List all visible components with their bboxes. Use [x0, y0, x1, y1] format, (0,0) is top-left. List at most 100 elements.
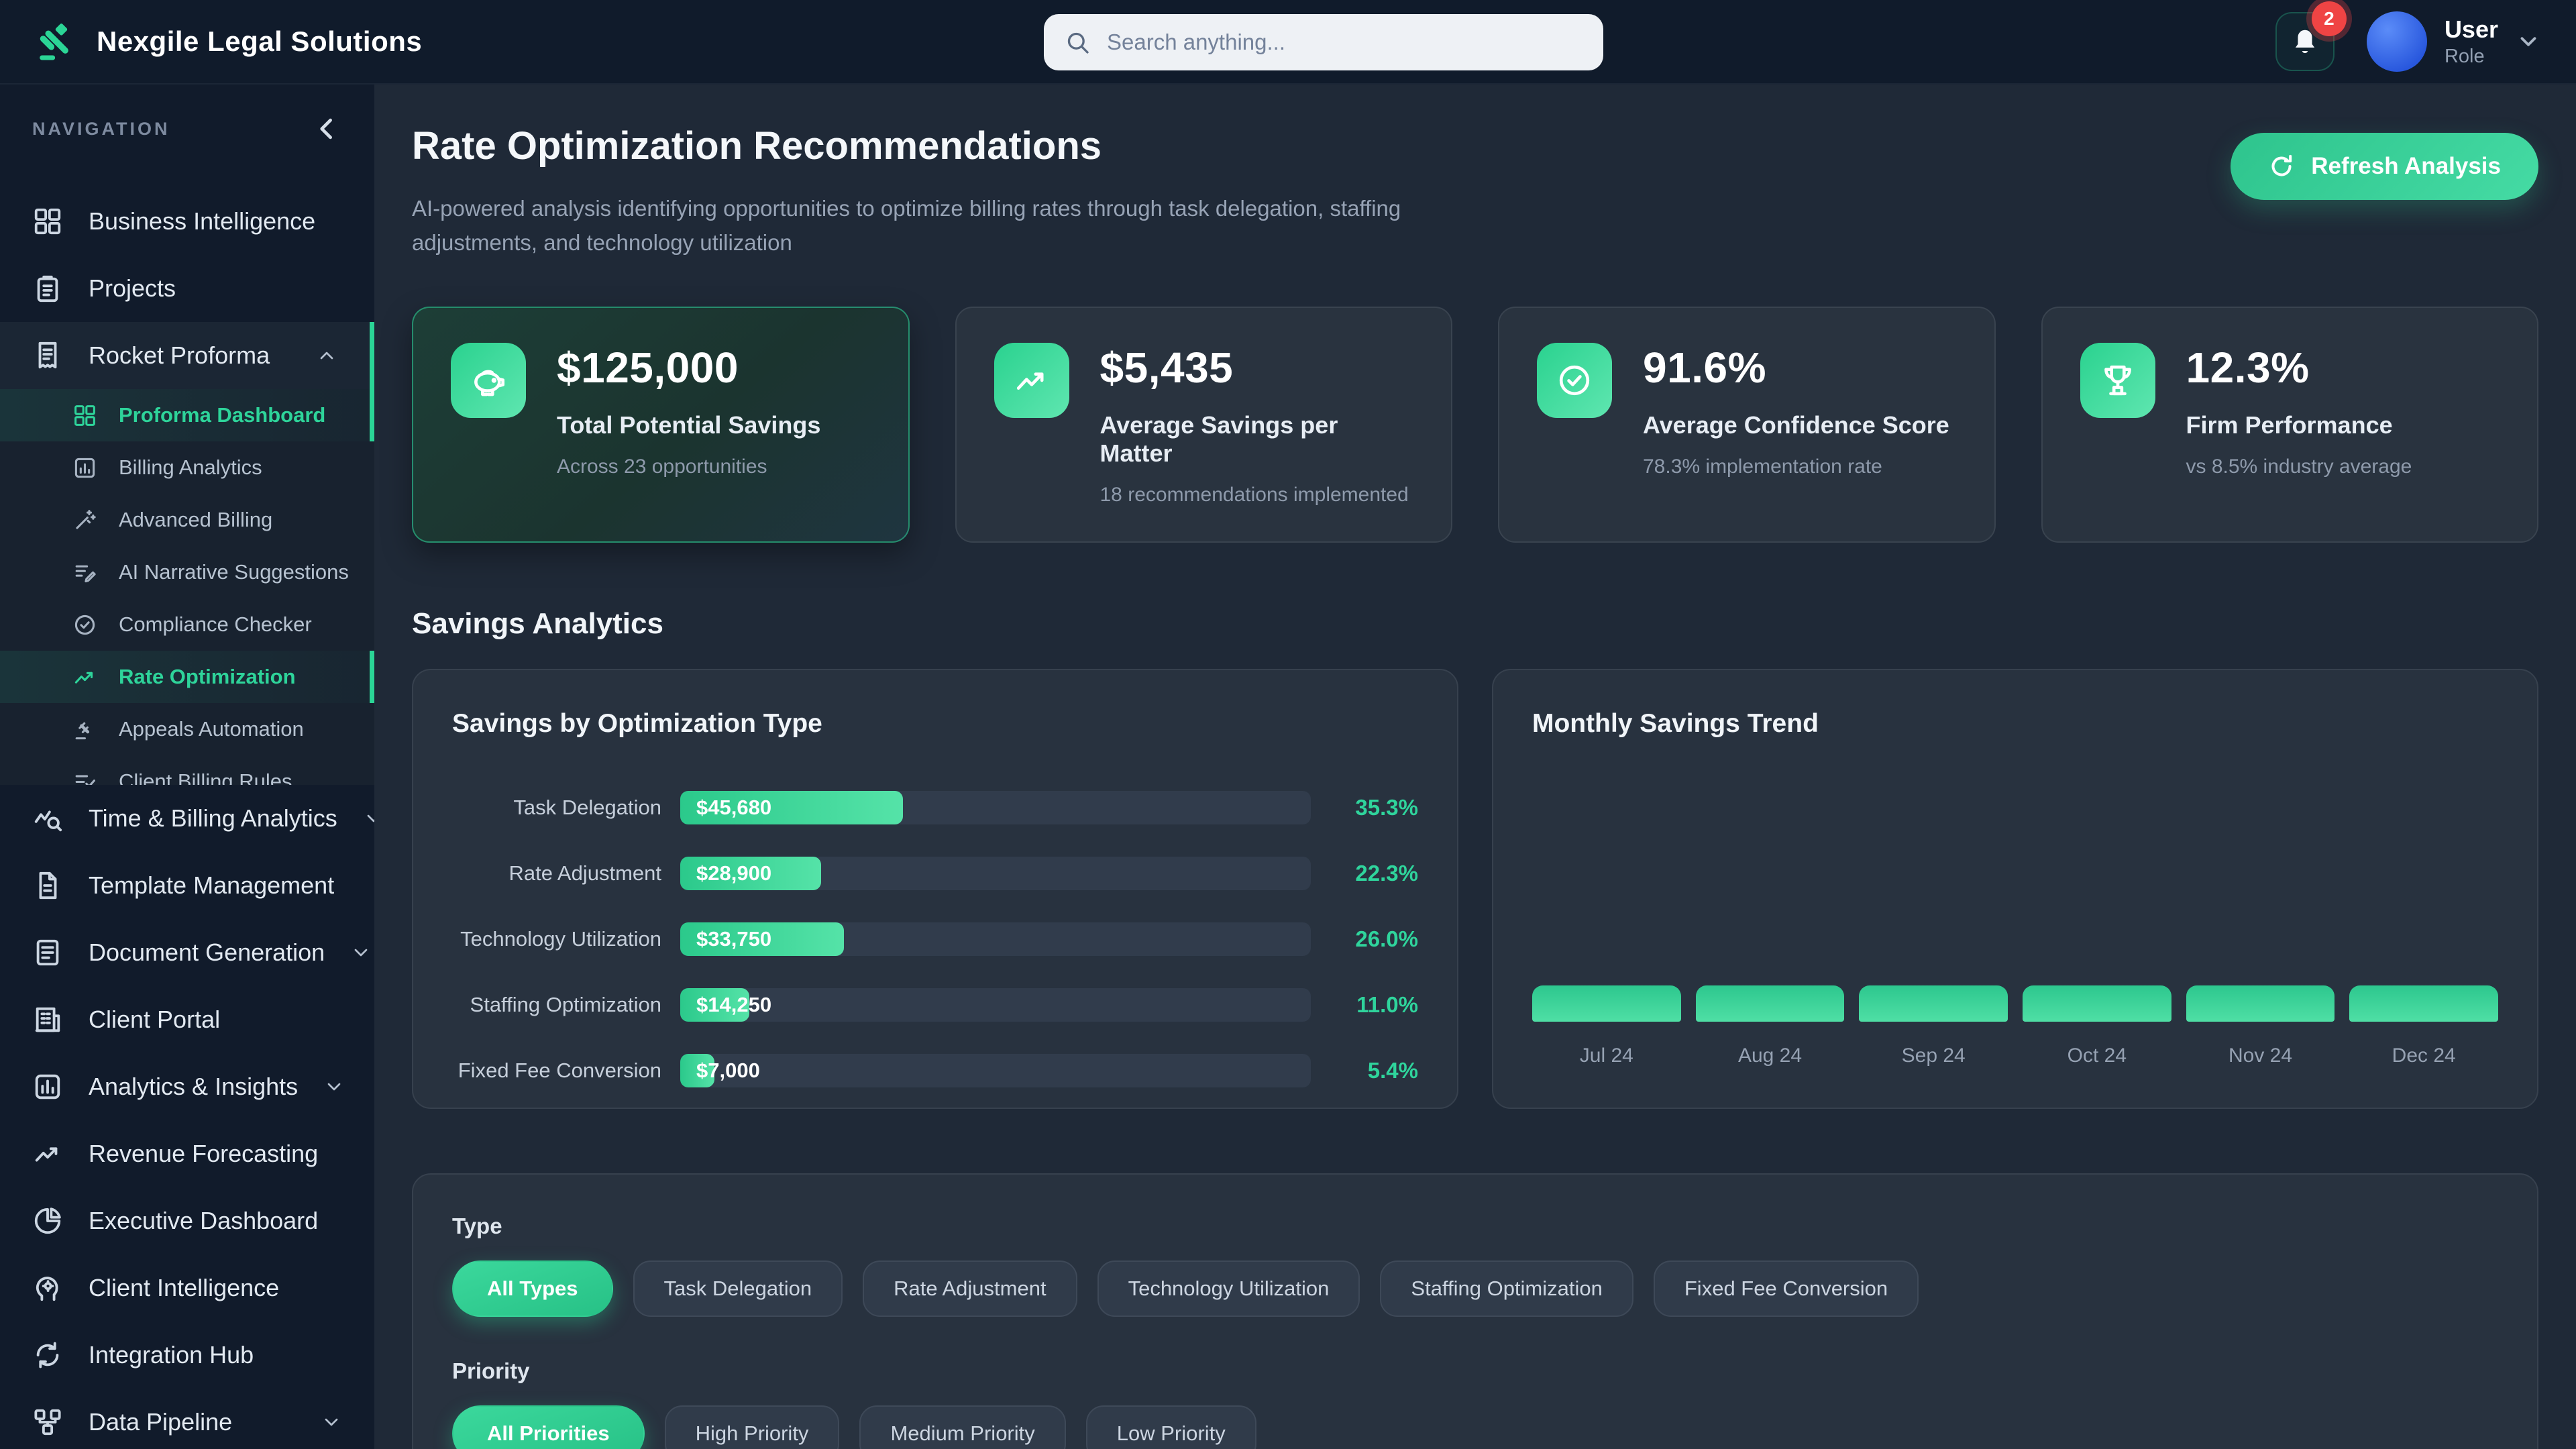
- filter-group-label: Priority: [452, 1358, 530, 1384]
- trend-month-label: Jul 24: [1579, 1044, 1633, 1067]
- sidebar-item-projects[interactable]: Projects: [0, 255, 374, 322]
- filter-chip-fixed-fee-conversion[interactable]: Fixed Fee Conversion: [1653, 1260, 1919, 1318]
- head-gear-icon: [36, 1277, 58, 1301]
- filter-chip-technology-utilization[interactable]: Technology Utilization: [1097, 1260, 1360, 1318]
- trend-col-sep-24: [1859, 985, 2008, 1022]
- chevron-down-icon: [327, 1083, 341, 1091]
- kpi-value: 12.3%: [2186, 343, 2310, 392]
- trend-col-dec-24: [2349, 985, 2499, 1022]
- sidebar-item-integration-hub[interactable]: Integration Hub: [0, 1322, 374, 1389]
- filter-chip-medium-priority[interactable]: Medium Priority: [859, 1405, 1066, 1449]
- sidebar-item-label: Projects: [89, 274, 176, 302]
- filter-chip-high-priority[interactable]: High Priority: [664, 1405, 840, 1449]
- sidebar-item-revenue-forecasting[interactable]: Revenue Forecasting: [0, 1120, 374, 1187]
- sidebar-item-client-portal[interactable]: Client Portal: [0, 986, 374, 1053]
- sidebar-subitem-label: Client Billing Rules: [119, 769, 292, 785]
- sidebar-item-client-intelligence[interactable]: Client Intelligence: [0, 1254, 374, 1322]
- sidebar-subitem-advanced-billing[interactable]: Advanced Billing: [0, 494, 374, 546]
- sidebar-subitem-appeals-automation[interactable]: Appeals Automation: [0, 703, 374, 755]
- nav-section-label: NAVIGATION: [32, 118, 170, 139]
- refresh-analysis-button[interactable]: Refresh Analysis: [2231, 133, 2538, 200]
- trend-col-oct-24: [2023, 985, 2171, 1022]
- kpi-row: $125,000 Total Potential Savings Across 23…: [412, 307, 2538, 543]
- bar-category-label: Staffing Optimization: [470, 993, 661, 1017]
- sidebar-item-template-management[interactable]: Template Management: [0, 852, 374, 919]
- kpi-value: $5,435: [1099, 343, 1234, 392]
- section-title: Savings Analytics: [412, 607, 663, 641]
- sidebar-collapse-button[interactable]: [313, 114, 342, 144]
- bar-category-label: Rate Adjustment: [508, 861, 661, 885]
- sidebar-subitem-label: Rate Optimization: [119, 665, 296, 688]
- avatar: [2366, 11, 2427, 72]
- filter-chip-low-priority[interactable]: Low Priority: [1085, 1405, 1256, 1449]
- brand: Nexgile Legal Solutions: [35, 20, 422, 63]
- kpi-label: Average Confidence Score: [1643, 411, 1949, 439]
- sidebar-item-business-intelligence[interactable]: Business Intelligence: [0, 188, 374, 255]
- grid-icon: [34, 208, 61, 235]
- nav-list: Business Intelligence Projects Rocket Prof…: [0, 188, 374, 1449]
- bar-row-fixed-fee-conversion: Fixed Fee Conversion $7,000 5.4%: [452, 1054, 1418, 1088]
- sidebar-subitem-label: Billing Analytics: [119, 455, 262, 479]
- gavel-icon: [75, 722, 90, 739]
- sidebar-subitem-billing-analytics[interactable]: Billing Analytics: [0, 441, 374, 494]
- sidebar-subitem-ai-narrative-suggestions[interactable]: AI Narrative Suggestions: [0, 546, 374, 598]
- trend-up-icon: [74, 672, 93, 684]
- filter-chip-task-delegation[interactable]: Task Delegation: [633, 1260, 843, 1318]
- kpi-sub: Across 23 opportunities: [557, 455, 767, 478]
- filter-group-label: Type: [452, 1214, 502, 1239]
- trend-bar: [2186, 985, 2335, 1022]
- sidebar-item-data-pipeline[interactable]: Data Pipeline: [0, 1389, 374, 1449]
- search-icon: [1067, 32, 1089, 54]
- bar-row-task-delegation: Task Delegation $45,680 35.3%: [452, 791, 1418, 825]
- chevron-down-icon: [367, 814, 374, 822]
- sidebar-item-analytics-insights[interactable]: Analytics & Insights: [0, 1053, 374, 1120]
- kpi-icon-tile: [994, 343, 1069, 419]
- sidebar-item-label: Time & Billing Analytics: [89, 804, 337, 832]
- trend-bar: [1695, 985, 1845, 1022]
- kpi-sub: vs 8.5% industry average: [2186, 455, 2412, 478]
- filter-chip-all-types[interactable]: All Types: [452, 1260, 613, 1318]
- savings-by-type-card: Savings by Optimization Type Task Delega…: [412, 669, 1458, 1110]
- grid-icon: [74, 405, 95, 426]
- filter-chip-staffing-optimization[interactable]: Staffing Optimization: [1380, 1260, 1633, 1318]
- monthly-trend-labels: Jul 24 Aug 24 Sep 24 Oct 24 Nov 24 Dec 24: [1532, 1044, 2498, 1067]
- list-check-icon: [75, 774, 95, 785]
- user-menu[interactable]: User Role: [2366, 11, 2541, 72]
- bar-percent-label: 26.0%: [1355, 926, 1418, 952]
- sidebar-item-executive-dashboard[interactable]: Executive Dashboard: [0, 1187, 374, 1254]
- bar-percent-label: 35.3%: [1355, 795, 1418, 820]
- brand-logo-icon: [40, 23, 68, 60]
- sidebar-item-time-billing-analytics[interactable]: Time & Billing Analytics: [0, 785, 374, 852]
- sidebar-subitem-proforma-dashboard[interactable]: Proforma Dashboard: [0, 389, 374, 441]
- sidebar-subitem-client-billing-rules[interactable]: Client Billing Rules: [0, 755, 374, 785]
- chevron-down-icon: [2520, 37, 2536, 46]
- search-input[interactable]: [1107, 30, 1583, 55]
- kpi-value: $125,000: [557, 343, 739, 392]
- chart-box-icon: [35, 1074, 60, 1099]
- kpi-sub: 78.3% implementation rate: [1643, 455, 1882, 478]
- filter-chip-rate-adjustment[interactable]: Rate Adjustment: [863, 1260, 1077, 1318]
- kpi-card-average-confidence-score: 91.6% Average Confidence Score 78.3% imple…: [1498, 307, 1996, 543]
- sidebar-item-label: Analytics & Insights: [89, 1073, 299, 1100]
- chevron-left-icon: [320, 118, 332, 140]
- bar-track: $45,680: [680, 791, 1311, 825]
- sidebar-subitem-compliance-checker[interactable]: Compliance Checker: [0, 598, 374, 651]
- filter-chip-all-priorities[interactable]: All Priorities: [452, 1405, 645, 1449]
- sidebar-item-label: Client Portal: [89, 1006, 221, 1033]
- sidebar-subitem-label: Advanced Billing: [119, 508, 273, 531]
- bar-row-rate-adjustment: Rate Adjustment $28,900 22.3%: [452, 857, 1418, 891]
- sidebar-item-label: Revenue Forecasting: [89, 1140, 319, 1167]
- search-bar: [1044, 14, 1603, 70]
- sidebar-item-label: Client Intelligence: [89, 1274, 280, 1301]
- bar-value-label: $33,750: [696, 927, 772, 951]
- trend-up-icon: [35, 1147, 58, 1162]
- bar-track: $14,250: [680, 988, 1311, 1022]
- sidebar-item-rocket-proforma[interactable]: Rocket Proforma: [0, 322, 374, 389]
- bar-track: $7,000: [680, 1054, 1311, 1088]
- filter-group-type: Type All Types Task Delegation Rate Adjustm…: [452, 1214, 2498, 1318]
- notifications-button[interactable]: 2: [2275, 1, 2347, 71]
- sidebar-subitem-rate-optimization[interactable]: Rate Optimization: [0, 651, 374, 703]
- kpi-value: 91.6%: [1643, 343, 1766, 392]
- bar-value-label: $7,000: [696, 1059, 760, 1083]
- sidebar-item-document-generation[interactable]: Document Generation: [0, 919, 374, 986]
